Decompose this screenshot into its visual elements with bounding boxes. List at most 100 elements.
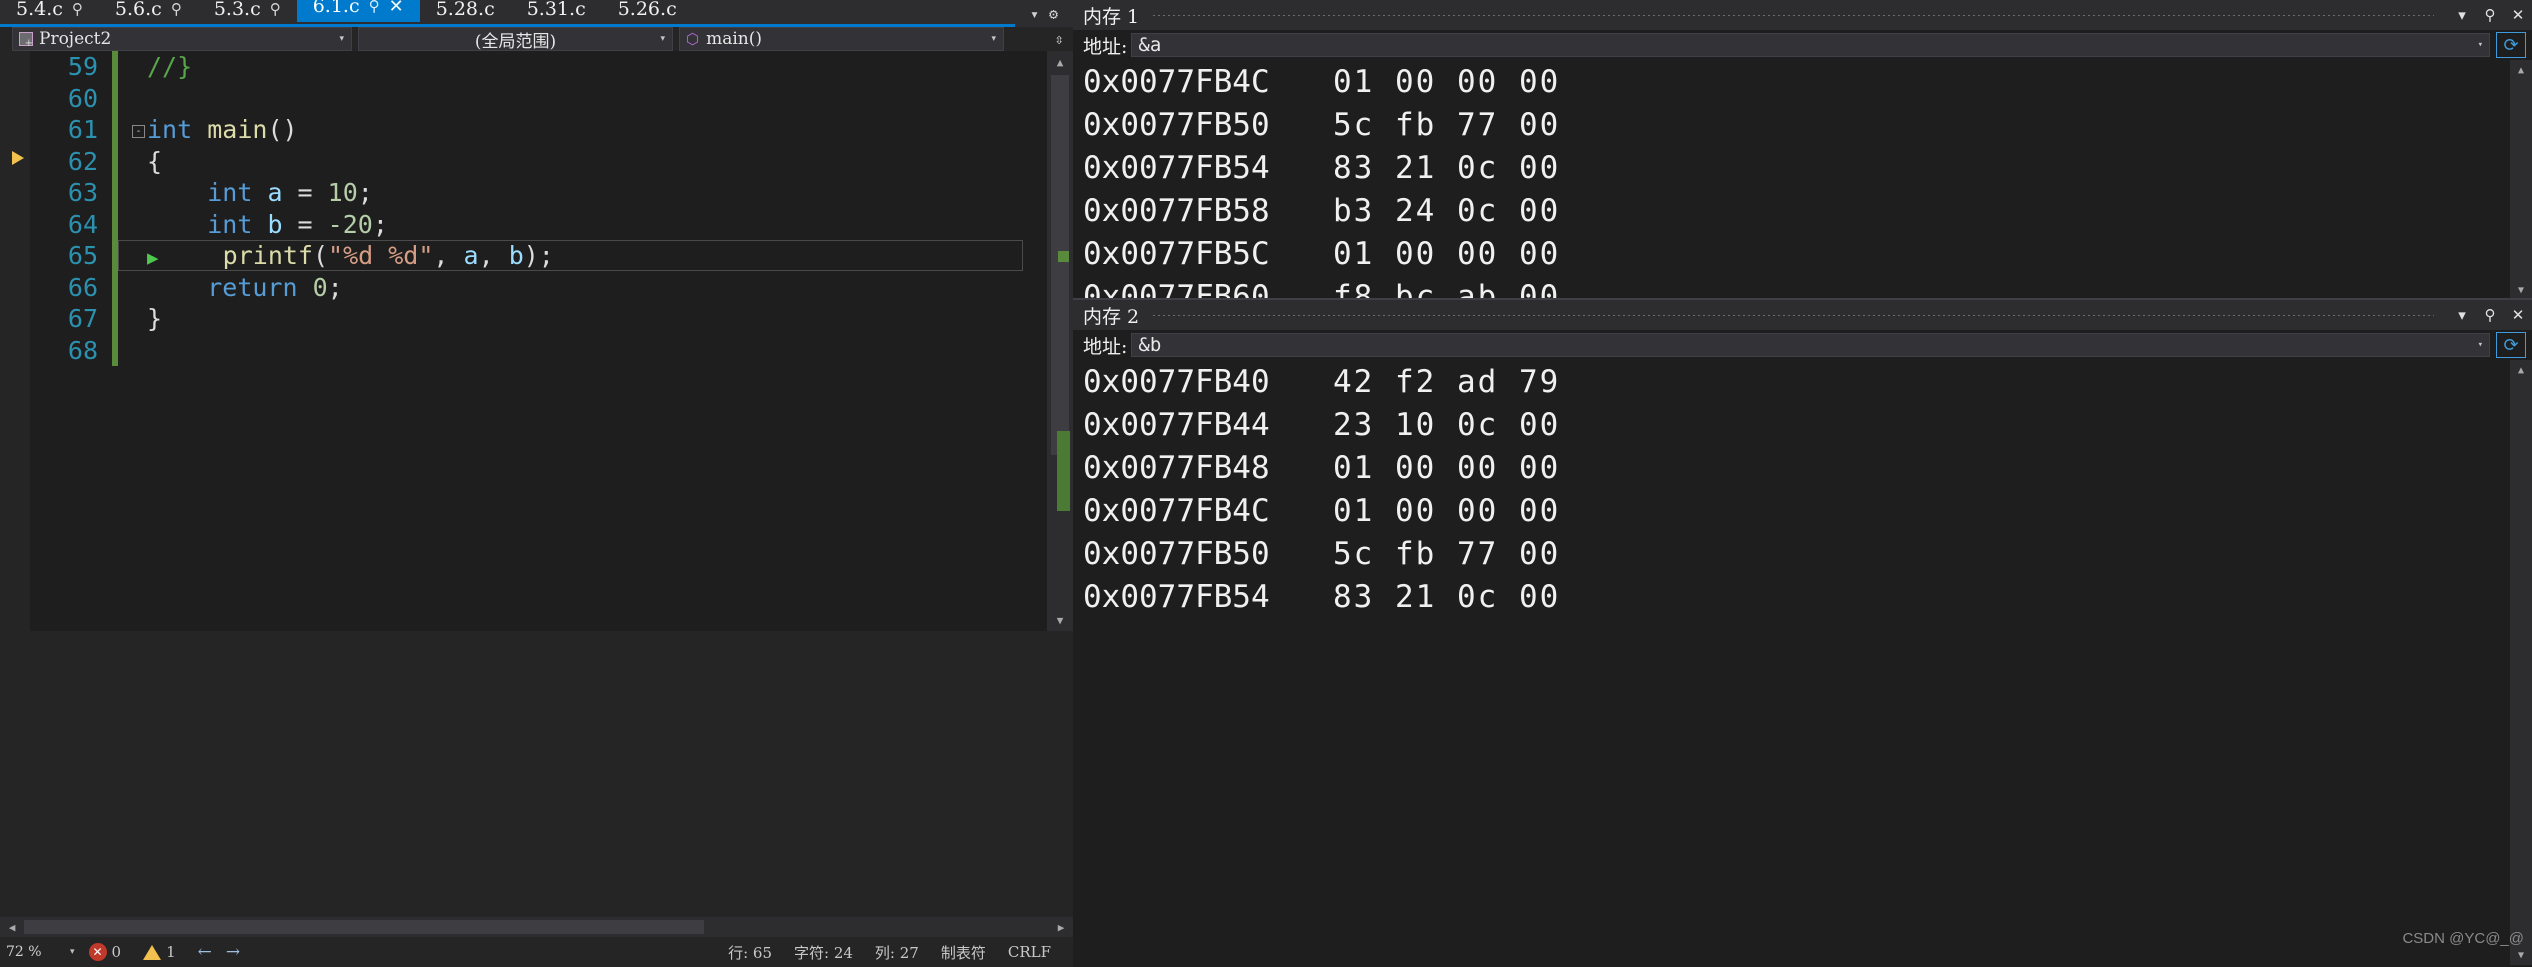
code-line[interactable]: 59 //} <box>30 51 1047 83</box>
memory-row[interactable]: 0x0077FB58 b3 24 0c 00 <box>1073 189 2532 232</box>
split-editor-button[interactable]: ⇳ <box>1049 29 1069 49</box>
pin-icon[interactable]: ⚲ <box>369 0 380 15</box>
editor-tab-5-4-c[interactable]: 5.4.c ⚲ <box>0 0 99 22</box>
pin-icon[interactable]: ⚲ <box>270 0 281 18</box>
pin-icon[interactable]: ⚲ <box>171 0 182 18</box>
scope-dropdown[interactable]: (全局范围) ▾ <box>358 27 673 52</box>
memory1-refresh-button[interactable]: ⟳ <box>2496 32 2526 58</box>
hscroll-thumb[interactable] <box>24 920 704 934</box>
navigate-forward-button[interactable]: → <box>226 942 240 962</box>
hscroll-track[interactable] <box>24 917 1049 937</box>
memory-row[interactable]: 0x0077FB4C 01 00 00 00 <box>1073 489 2532 532</box>
memory-row[interactable]: 0x0077FB5C 01 00 00 00 <box>1073 232 2532 275</box>
code-text[interactable]: int a = 10; <box>118 178 373 207</box>
code-text[interactable]: } <box>118 304 162 333</box>
memory2-address-input[interactable]: &b ▾ <box>1131 333 2490 357</box>
code-line[interactable]: 61 - int main() <box>30 114 1047 146</box>
code-line[interactable]: 64 int b = -20; <box>30 208 1047 240</box>
tab-label: 5.28.c <box>435 0 495 20</box>
memory1-scrollbar[interactable]: ▲ ▼ <box>2510 60 2532 300</box>
memory-row[interactable]: 0x0077FB50 5c fb 77 00 <box>1073 103 2532 146</box>
scroll-up-icon[interactable]: ▲ <box>2510 360 2532 380</box>
code-token: a <box>267 178 283 208</box>
scroll-down-icon[interactable]: ▼ <box>2510 280 2532 300</box>
gear-icon[interactable]: ⚙ <box>1049 5 1058 23</box>
chevron-down-icon[interactable]: ▾ <box>2478 340 2483 350</box>
code-line[interactable]: 67} <box>30 303 1047 335</box>
code-text[interactable]: int b = -20; <box>118 210 388 239</box>
code-line[interactable]: 62 { <box>30 145 1047 177</box>
zoom-level[interactable]: 72 % <box>0 944 70 960</box>
code-text[interactable]: ▶ printf("%d %d", a, b); <box>118 240 1023 272</box>
memory2-scrollbar[interactable]: ▲ ▼ <box>2510 360 2532 965</box>
code-line[interactable]: 68 <box>30 334 1047 366</box>
scroll-down-icon[interactable]: ▼ <box>2510 945 2532 965</box>
memory-row[interactable]: 0x0077FB54 83 21 0c 00 <box>1073 146 2532 189</box>
change-marker <box>1058 251 1069 262</box>
chevron-down-icon[interactable]: ▾ <box>2448 306 2476 324</box>
chevron-down-icon[interactable]: ▾ <box>2478 40 2483 50</box>
memory-row[interactable]: 0x0077FB44 23 10 0c 00 <box>1073 403 2532 446</box>
scrollbar-thumb[interactable] <box>1051 75 1069 455</box>
scroll-right-icon[interactable]: ▶ <box>1049 921 1073 934</box>
code-text[interactable]: - int main() <box>118 115 298 144</box>
memory-row[interactable]: 0x0077FB60 f8 bc ab 00 <box>1073 275 2532 301</box>
editor-tab-5-28-c[interactable]: 5.28.c <box>420 0 511 22</box>
code-line[interactable]: 60 <box>30 82 1047 114</box>
chevron-down-icon[interactable]: ▾ <box>2448 6 2476 24</box>
memory1-rows[interactable]: 0x0077FB4C 01 00 00 00 0x0077FB50 5c fb 77 … <box>1073 60 2532 301</box>
drag-handle[interactable] <box>1153 314 2434 316</box>
navigate-back-button[interactable]: ← <box>198 942 212 962</box>
chevron-down-icon[interactable]: ▾ <box>1030 5 1039 23</box>
editor-horizontal-scrollbar[interactable]: ◀ ▶ <box>0 917 1073 937</box>
code-token: main <box>207 115 268 145</box>
pin-icon[interactable]: ⚲ <box>2476 6 2504 24</box>
editor-tab-5-3-c[interactable]: 5.3.c ⚲ <box>198 0 297 22</box>
scroll-left-icon[interactable]: ◀ <box>0 921 24 934</box>
code-text[interactable]: //} <box>118 52 192 81</box>
pin-icon[interactable]: ⚲ <box>2476 306 2504 324</box>
code-text[interactable] <box>118 84 147 113</box>
close-icon[interactable]: ✕ <box>2504 306 2532 324</box>
project-dropdown[interactable]: Project2 ▾ <box>12 27 352 51</box>
memory2-refresh-button[interactable]: ⟳ <box>2496 332 2526 358</box>
drag-handle[interactable] <box>1153 14 2434 16</box>
memory1-address-input[interactable]: &a ▾ <box>1131 33 2490 57</box>
memory2-rows[interactable]: 0x0077FB40 42 f2 ad 79 0x0077FB44 23 10 0c … <box>1073 360 2532 965</box>
memory-row[interactable]: 0x0077FB48 01 00 00 00 <box>1073 446 2532 489</box>
warning-count[interactable]: 1 <box>166 943 176 961</box>
memory-row[interactable]: 0x0077FB54 83 21 0c 00 <box>1073 575 2532 618</box>
memory-row[interactable]: 0x0077FB50 5c fb 77 00 <box>1073 532 2532 575</box>
code-token: //} <box>147 52 193 82</box>
fold-toggle-icon[interactable]: - <box>132 124 145 138</box>
warning-icon <box>143 944 162 960</box>
editor-tab-5-26-c[interactable]: 5.26.c <box>602 0 693 22</box>
memory-row[interactable]: 0x0077FB4C 01 00 00 00 <box>1073 60 2532 103</box>
error-count[interactable]: 0 <box>112 943 122 961</box>
code-text-area[interactable]: 59//} 60 61- int main() 62{63 int a = 10; 64 … <box>30 51 1047 631</box>
pin-icon[interactable]: ⚲ <box>72 0 83 18</box>
editor-tab-6-1-c[interactable]: 6.1.c ⚲ ✕ <box>296 0 420 22</box>
code-line[interactable]: 66 return 0; <box>30 271 1047 303</box>
tab-label: 5.6.c <box>114 0 162 20</box>
editor-tab-5-31-c[interactable]: 5.31.c <box>511 0 602 22</box>
code-line[interactable]: 65 ▶ printf("%d %d", a, b); <box>30 240 1047 272</box>
editor-vertical-scrollbar[interactable]: ▲ ▼ <box>1047 51 1073 631</box>
code-editor[interactable]: 59//} 60 61- int main() 62{63 int a = 10; 64 … <box>0 51 1073 631</box>
scroll-down-icon[interactable]: ▼ <box>1047 609 1073 631</box>
scroll-up-icon[interactable]: ▲ <box>2510 60 2532 80</box>
code-text[interactable]: return 0; <box>118 273 343 302</box>
memory-row[interactable]: 0x0077FB40 42 f2 ad 79 <box>1073 360 2532 403</box>
chevron-down-icon[interactable]: ▾ <box>70 947 75 957</box>
code-text[interactable] <box>118 336 147 365</box>
code-text[interactable]: { <box>118 147 162 176</box>
function-dropdown[interactable]: ⬡ main() ▾ <box>679 27 1004 51</box>
code-line[interactable]: 63 int a = 10; <box>30 177 1047 209</box>
editor-tab-5-6-c[interactable]: 5.6.c ⚲ <box>99 0 198 22</box>
code-token: ; <box>372 209 388 239</box>
scroll-up-icon[interactable]: ▲ <box>1047 51 1073 73</box>
close-icon[interactable]: ✕ <box>2504 6 2532 24</box>
memory-address: 0x0077FB4C <box>1083 492 1270 529</box>
breakpoint-gutter[interactable] <box>0 51 30 631</box>
close-icon[interactable]: ✕ <box>389 0 404 17</box>
